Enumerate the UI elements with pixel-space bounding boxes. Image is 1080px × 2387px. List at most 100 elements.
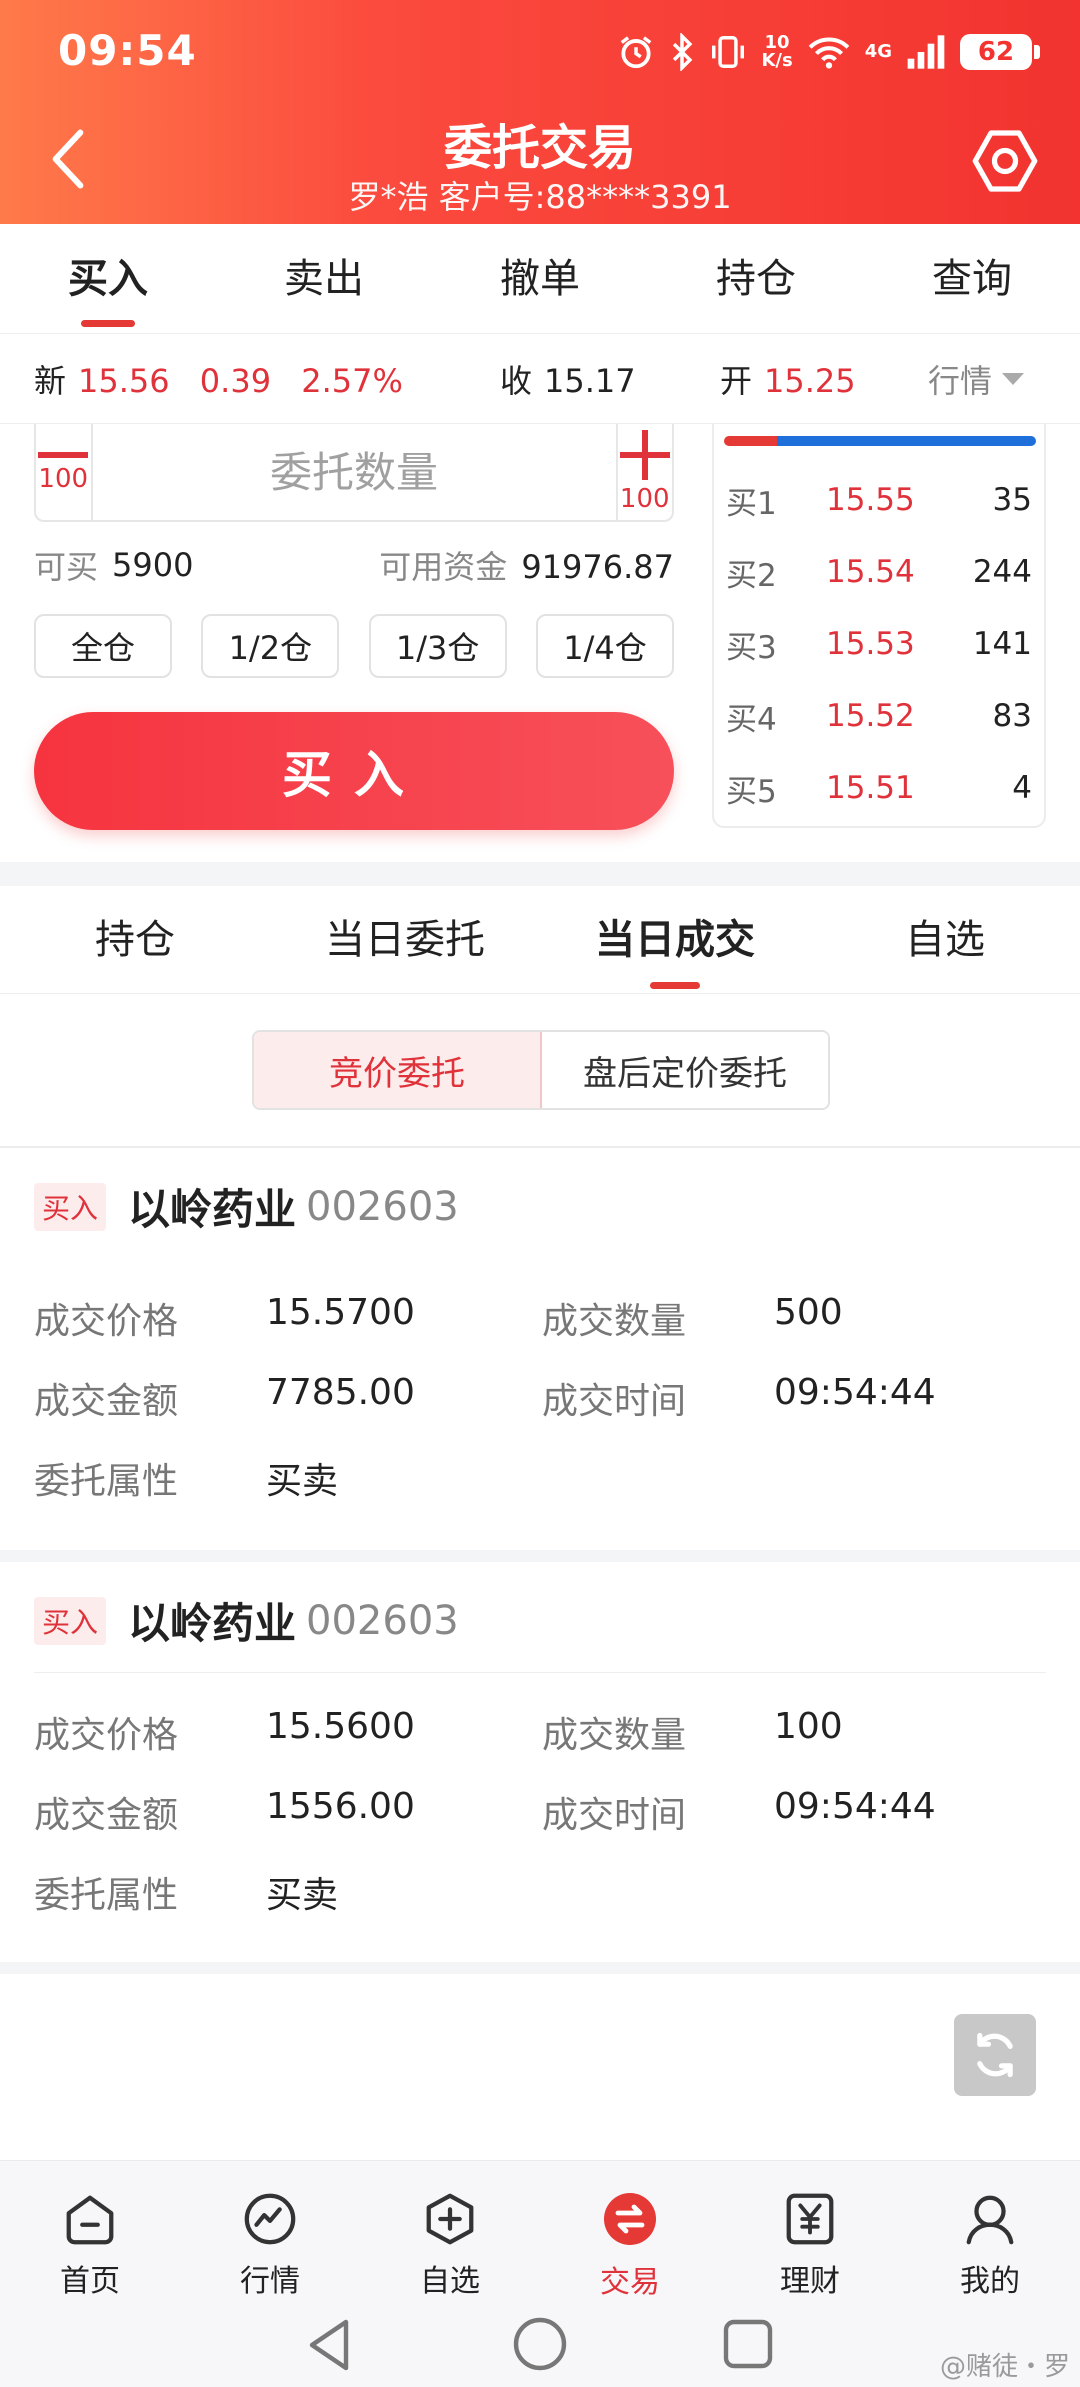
- minus-step: 100: [38, 464, 89, 494]
- quantity-input[interactable]: [92, 424, 616, 520]
- minus-icon: [38, 452, 89, 458]
- nav-watchlist[interactable]: 自选: [360, 2161, 540, 2300]
- market-label: 行情: [928, 361, 993, 400]
- section-divider: [0, 862, 1080, 886]
- close-label: 收: [500, 361, 533, 400]
- trade-card-header: 买入 以岭药业 002603: [34, 1590, 459, 1651]
- settings-button[interactable]: [970, 126, 1040, 196]
- bid-ask-ratio-bar: [724, 436, 1036, 446]
- net-speed: 10 K/s: [761, 32, 793, 71]
- bid-level: 买4: [726, 701, 777, 738]
- system-home-icon[interactable]: [512, 2316, 568, 2372]
- trade-card-header: 买入 以岭药业 002603: [34, 1176, 459, 1237]
- finance-icon: [780, 2189, 840, 2248]
- bid-level: 买5: [726, 773, 777, 810]
- tab-buy[interactable]: 买入: [0, 224, 216, 333]
- quote-open: 开 15.25: [720, 356, 856, 402]
- tab-holdings[interactable]: 持仓: [648, 224, 864, 333]
- order-book-row[interactable]: 买3 15.53 141: [726, 608, 1032, 680]
- price-label: 成交价格: [34, 1715, 179, 1756]
- nav-label: 交易: [600, 2265, 660, 2300]
- signal-label: 4G: [864, 41, 892, 62]
- bid-volume: 83: [992, 698, 1032, 734]
- bid-volume: 35: [992, 482, 1032, 518]
- tab-sell[interactable]: 卖出: [216, 224, 432, 333]
- new-price: 15.56: [78, 361, 170, 400]
- nav-trade[interactable]: 交易: [540, 2161, 720, 2300]
- price-change-pct: 2.57%: [301, 361, 403, 400]
- half-position-button[interactable]: 1/2仓: [201, 614, 340, 678]
- nav-market[interactable]: 行情: [180, 2161, 360, 2300]
- amount-label: 成交金额: [34, 1795, 179, 1836]
- new-label: 新: [34, 361, 67, 400]
- order-book-row[interactable]: 买2 15.54 244: [726, 536, 1032, 608]
- tab-positions[interactable]: 持仓: [0, 886, 270, 993]
- tab-cancel[interactable]: 撤单: [432, 224, 648, 333]
- status-time: 09:54: [58, 26, 197, 75]
- system-back-icon[interactable]: [306, 2318, 354, 2372]
- order-book-row[interactable]: 买4 15.52 83: [726, 680, 1032, 752]
- full-position-button[interactable]: 全仓: [34, 614, 172, 678]
- card-separator: [0, 1962, 1080, 1974]
- chevron-down-icon: [1002, 372, 1025, 385]
- home-icon: [60, 2189, 120, 2248]
- trade-detail-row: 委托属性 买卖: [34, 1452, 1044, 1512]
- increase-quantity-button[interactable]: 100: [615, 424, 673, 520]
- app-header: 09:54 10 K/s 4G 62 委托交易 罗*浩 客户号:88****339…: [0, 0, 1080, 224]
- side-badge: 买入: [34, 1182, 107, 1231]
- nav-label: 行情: [240, 2264, 300, 2299]
- market-dropdown[interactable]: 行情: [928, 356, 1025, 402]
- nav-home[interactable]: 首页: [0, 2161, 180, 2300]
- plus-step: 100: [619, 484, 670, 514]
- can-buy-value: 5900: [112, 546, 194, 584]
- bid-price: 15.55: [826, 482, 915, 518]
- tab-today-orders[interactable]: 当日委托: [270, 886, 540, 993]
- system-recents-icon[interactable]: [722, 2318, 774, 2370]
- quote-row: 新 15.56 0.39 2.57% 收 15.17 开 15.25 行情: [0, 334, 1080, 424]
- decrease-quantity-button[interactable]: 100: [36, 424, 93, 520]
- quarter-position-button[interactable]: 1/4仓: [535, 614, 674, 678]
- nav-profile[interactable]: 我的: [900, 2161, 1080, 2300]
- watermark: @赌徒・罗: [939, 2352, 1070, 2382]
- bid-price: 15.52: [826, 698, 915, 734]
- trade-amount: 7785.00: [266, 1372, 415, 1413]
- trade-detail-row: 成交价格 15.5700 成交数量 500: [34, 1292, 1044, 1352]
- quote-new: 新 15.56 0.39 2.57%: [34, 356, 403, 402]
- trade-price: 15.5600: [266, 1706, 415, 1747]
- stock-name: 以岭药业: [128, 1185, 297, 1234]
- trade-detail-row: 委托属性 买卖: [34, 1866, 1044, 1926]
- third-position-button[interactable]: 1/3仓: [368, 614, 507, 678]
- segment-after-hours[interactable]: 盘后定价委托: [542, 1032, 828, 1108]
- tab-today-trades[interactable]: 当日成交: [540, 886, 810, 993]
- order-book-row[interactable]: 买1 15.55 35: [726, 464, 1032, 536]
- amount-label: 成交金额: [34, 1381, 179, 1422]
- card-separator: [0, 1550, 1080, 1562]
- buy-button[interactable]: 买入: [34, 712, 674, 830]
- battery-level: 62: [960, 34, 1032, 70]
- nav-label: 自选: [420, 2264, 480, 2299]
- wifi-icon: [808, 37, 849, 69]
- trade-card[interactable]: 买入 以岭药业 002603 成交价格 15.5600 成交数量 100 成交金…: [0, 1562, 1080, 1962]
- tab-watchlist[interactable]: 自选: [810, 886, 1080, 993]
- system-nav-bar: [0, 2300, 1080, 2387]
- vibrate-icon: [712, 36, 745, 68]
- bid-level: 买3: [726, 629, 777, 666]
- nav-finance[interactable]: 理财: [720, 2161, 900, 2300]
- order-attr: 买卖: [266, 1461, 339, 1502]
- qty-label: 成交数量: [542, 1715, 687, 1756]
- price-label: 成交价格: [34, 1301, 179, 1342]
- trade-card[interactable]: 买入 以岭药业 002603 成交价格 15.5700 成交数量 500 成交金…: [0, 1148, 1080, 1550]
- refresh-button[interactable]: [954, 2014, 1036, 2096]
- position-buttons: 全仓 1/2仓 1/3仓 1/4仓: [34, 614, 674, 678]
- status-bar: 09:54 10 K/s 4G 62: [0, 0, 1080, 100]
- attr-label: 委托属性: [34, 1875, 179, 1916]
- segment-auction[interactable]: 竞价委托: [254, 1032, 542, 1108]
- page-title: 委托交易: [443, 120, 636, 176]
- battery-indicator: 62: [960, 34, 1040, 70]
- side-badge: 买入: [34, 1596, 107, 1645]
- order-book-row[interactable]: 买5 15.51 4: [726, 752, 1032, 824]
- tab-query[interactable]: 查询: [864, 224, 1080, 333]
- qty-label: 成交数量: [542, 1301, 687, 1342]
- alarm-icon: [621, 36, 652, 69]
- quote-close: 收 15.17: [500, 356, 636, 402]
